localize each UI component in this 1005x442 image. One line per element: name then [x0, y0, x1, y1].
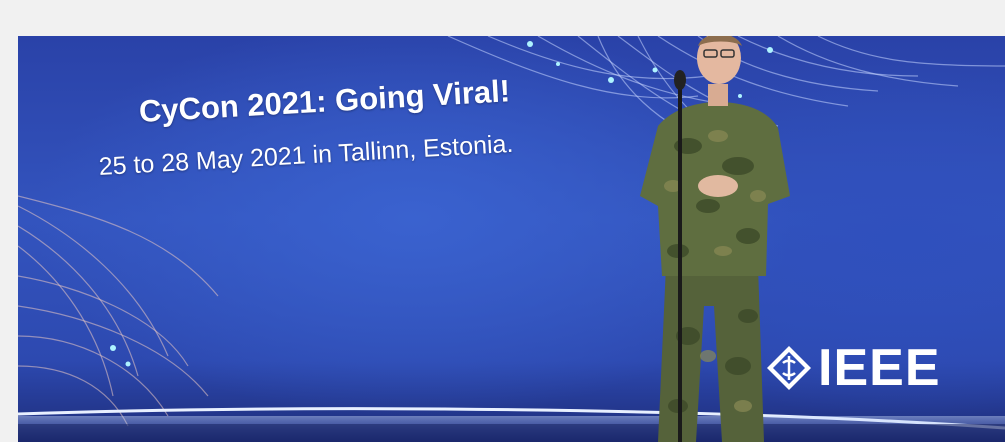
- ieee-logo-text: IEEE: [818, 339, 941, 397]
- photo-frame: CyCon 2021: Going Viral! 25 to 28 May 20…: [18, 36, 1005, 442]
- ieee-logo: IEEE: [766, 333, 941, 403]
- microphone-stand: [674, 70, 686, 442]
- light-strands-left: [18, 195, 219, 427]
- ieee-diamond-icon: [767, 346, 811, 390]
